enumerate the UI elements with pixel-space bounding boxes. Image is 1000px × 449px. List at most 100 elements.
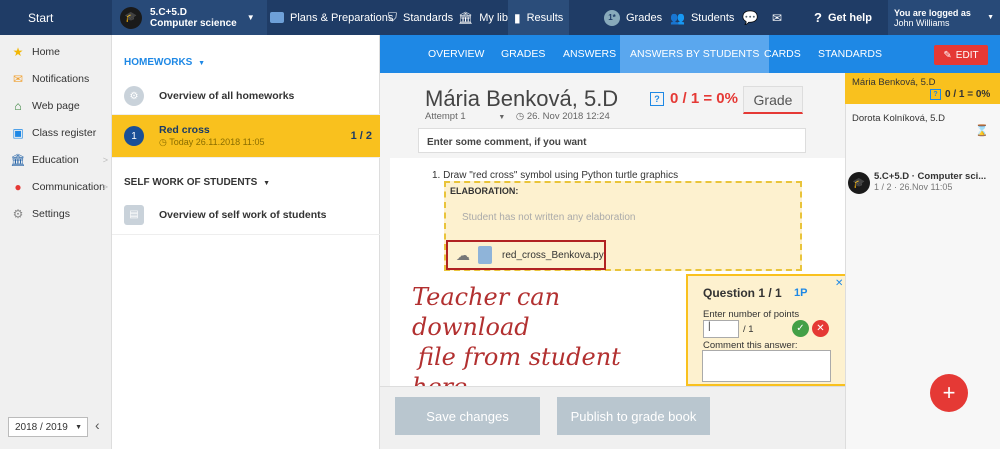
overview-homeworks-item[interactable]: ⚙ Overview of all homeworks [112, 78, 380, 115]
confirm-check-icon[interactable]: ✓ [792, 320, 809, 337]
annotation-text: Teacher can download file from student h… [412, 283, 621, 401]
sidebar-item-label: Class register [32, 127, 97, 139]
attempt-date: ◷ 26. Nov 2018 12:24 [515, 111, 610, 122]
chevron-down-icon: ▼ [987, 13, 994, 21]
student-score: ? 0 / 1 = 0% [650, 90, 738, 107]
class-subject: Computer science [150, 17, 237, 29]
clock-icon: ◷ [515, 111, 527, 122]
class-code: 5.C+5.D [150, 6, 187, 18]
file-name[interactable]: red_cross_Benkova.py [502, 250, 604, 261]
sidebar-item-label: Communication [32, 181, 105, 193]
nav-results[interactable]: ▮ Results [508, 0, 570, 35]
user-caption: You are logged as [894, 7, 971, 18]
file-icon [478, 246, 492, 264]
overview-selfwork-item[interactable]: ▤ Overview of self work of students [112, 195, 380, 235]
save-changes-button[interactable]: Save changes [395, 397, 540, 435]
close-icon[interactable]: ✕ [835, 278, 843, 289]
sidebar-item-class-register[interactable]: ▣ Class register [0, 120, 112, 146]
nav-plans[interactable]: Plans & Preparations [270, 0, 393, 35]
tab-standards[interactable]: STANDARDS [818, 35, 882, 73]
cancel-x-icon[interactable]: ✕ [812, 320, 829, 337]
sidebar-item-web-page[interactable]: ⌂ Web page [0, 93, 112, 119]
menu-icon[interactable] [8, 0, 22, 35]
hourglass-icon: ⌛ [975, 125, 989, 137]
folder-icon [270, 12, 284, 23]
nav-plans-label: Plans & Preparations [290, 11, 394, 24]
nav-students[interactable]: 👥 Students [670, 0, 734, 35]
sidebar-item-education[interactable]: 🏛 Education > [0, 147, 112, 173]
building-icon: 🏛 [10, 153, 26, 167]
points-tag: 1P [794, 287, 808, 299]
user-menu[interactable]: You are logged as John Williams ▼ [888, 0, 1000, 35]
homeworks-header[interactable]: HOMEWORKS ▼ [124, 57, 205, 68]
sidebar-item-communication[interactable]: ● Communication > [0, 174, 112, 200]
grade-button[interactable]: Grade [743, 86, 803, 114]
tab-grades[interactable]: GRADES [501, 35, 545, 73]
points-input[interactable]: | [703, 320, 739, 338]
attempt-select[interactable]: Attempt 1 ▼ ◷ 26. Nov 2018 12:24 [425, 111, 610, 122]
start-link[interactable]: Start [28, 0, 53, 35]
mail-icon[interactable]: ✉ [772, 0, 782, 35]
sidebar-item-label: Settings [32, 208, 70, 220]
points-max: / 1 [743, 324, 754, 335]
notebook-icon: ▤ [124, 204, 144, 225]
class-card-meta: 1 / 2 · 26.Nov 11:05 [874, 182, 953, 192]
selfwork-header[interactable]: SELF WORK OF STUDENTS ▼ [124, 177, 270, 188]
app-window: Start 🎓 5.C+5.D Computer science ▼ Plans… [0, 0, 1000, 449]
homework-item-red-cross[interactable]: 1 Red cross ◷ Today 26.11.2018 11:05 1 /… [112, 115, 380, 158]
teacher-comment-field[interactable]: Enter some comment, if you want [418, 128, 806, 153]
graduation-cap-icon: 🎓 [848, 172, 870, 194]
chat-icon[interactable]: 💬 [742, 0, 758, 35]
nav-standards[interactable]: ⛉ Standards [388, 0, 453, 35]
students-icon: 👥 [670, 10, 685, 25]
chevron-down-icon: ▼ [246, 13, 255, 22]
shield-icon: ⛉ [388, 10, 398, 24]
list-item-label: Overview of self work of students [159, 208, 327, 221]
sidebar-item-settings[interactable]: ⚙ Settings [0, 201, 112, 227]
file-download[interactable]: ☁ red_cross_Benkova.py [446, 240, 606, 270]
class-card-title[interactable]: 5.C+5.D · Computer sci... [874, 171, 998, 182]
nav-results-label: Results [526, 11, 564, 24]
sidebar-item-home[interactable]: ★ Home [0, 39, 112, 65]
tab-answers[interactable]: ANSWERS [563, 35, 616, 73]
bar-chart-icon: ▮ [514, 10, 521, 25]
tab-cards[interactable]: CARDS [764, 35, 801, 73]
add-button[interactable]: + [930, 374, 968, 412]
tab-overview[interactable]: OVERVIEW [428, 35, 484, 73]
clock-icon: ◷ [159, 137, 170, 147]
list-item-label: Overview of all homeworks [159, 90, 295, 102]
publish-button[interactable]: Publish to grade book [557, 397, 710, 435]
answer-comment-field[interactable] [702, 350, 831, 382]
score-value: 0 / 1 = 0% [670, 90, 738, 107]
chat-bubble-icon: ● [14, 180, 22, 194]
library-icon: 🏛 [458, 10, 474, 25]
gear-icon: ⚙ [124, 86, 144, 106]
tabs-bar: OVERVIEW GRADES ANSWERS ANSWERS BY STUDE… [380, 35, 1000, 73]
homework-number-badge: 1 [124, 126, 144, 146]
cloud-download-icon[interactable]: ☁ [456, 247, 470, 264]
help-label: Get help [827, 11, 872, 24]
sidebar-item-label: Notifications [32, 73, 90, 85]
chevron-right-icon: > [102, 182, 108, 192]
edit-button[interactable]: ✎ EDIT [934, 45, 988, 65]
gear-icon: ⚙ [12, 207, 24, 221]
help-link[interactable]: ? Get help [814, 0, 872, 35]
student-row-name[interactable]: Dorota Kolníková, 5.D [852, 113, 945, 124]
class-selector[interactable]: 🎓 5.C+5.D Computer science ▼ [112, 0, 267, 35]
nav-grades-label: Grades [626, 11, 663, 24]
sidebar: ★ Home ✉ Notifications ⌂ Web page ▣ Clas… [0, 35, 112, 449]
school-year-select[interactable]: 2018 / 2019 ▼ [8, 417, 88, 437]
sidebar-item-notifications[interactable]: ✉ Notifications [0, 66, 112, 92]
sidebar-item-label: Home [32, 46, 61, 58]
homework-title: Red cross [159, 124, 210, 136]
collapse-sidebar-icon[interactable]: ‹ [95, 417, 100, 433]
user-name: John Williams [894, 17, 950, 28]
question-text: 1. Draw "red cross" symbol using Python … [432, 170, 679, 181]
nav-grades[interactable]: 1* Grades [604, 0, 662, 35]
elaboration-title: ELABORATION: [450, 186, 519, 196]
homework-list: HOMEWORKS ▼ ⚙ Overview of all homeworks … [112, 35, 380, 449]
student-name: Mária Benková, 5.D [425, 86, 619, 111]
question-icon: ? [814, 10, 822, 25]
student-row-score: ? 0 / 1 = 0% [930, 89, 990, 100]
tab-answers-by-students[interactable]: ANSWERS BY STUDENTS [620, 35, 770, 73]
